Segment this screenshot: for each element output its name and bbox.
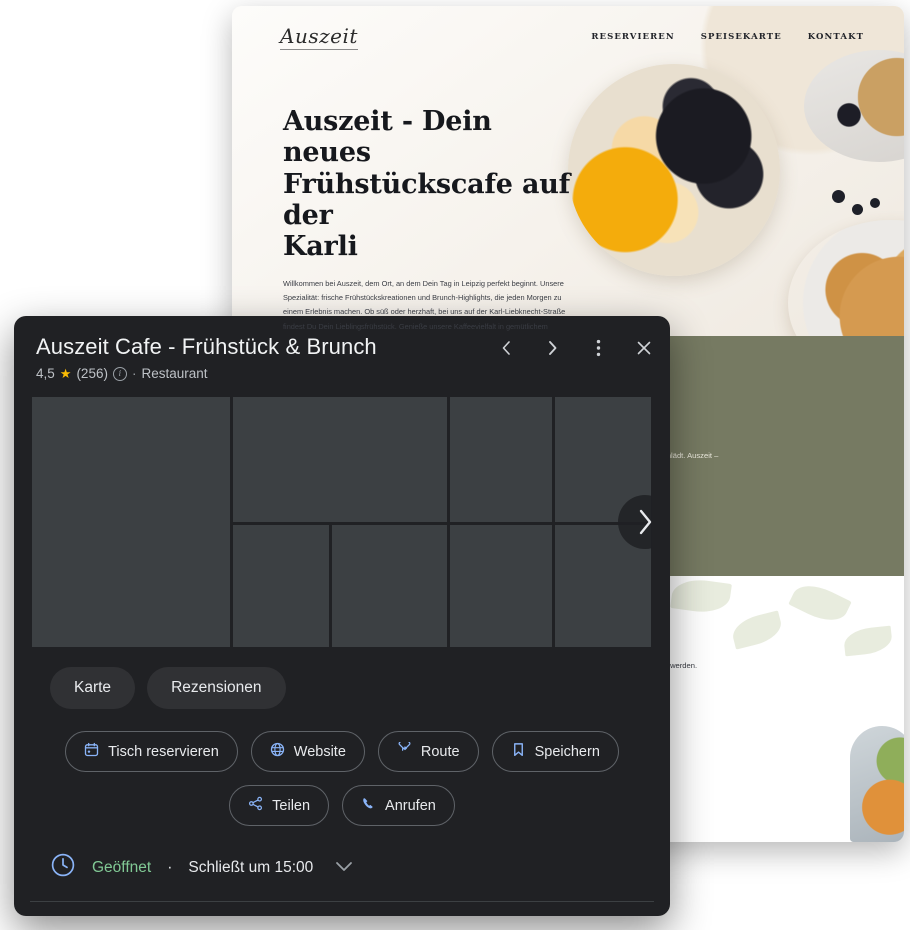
photo-gallery (32, 397, 652, 647)
brand-logo[interactable]: Auszeit (280, 24, 358, 50)
hero-heading-line-1: Auszeit - Dein neues (283, 106, 492, 169)
blueberry-decor (832, 190, 845, 203)
open-status: Geöffnet (92, 858, 152, 876)
close-icon[interactable] (634, 338, 654, 358)
gallery-photo-cafe-table[interactable] (450, 525, 552, 647)
clock-icon (50, 852, 76, 883)
tab-chip-row: Karte Rezensionen (50, 667, 670, 709)
hours-separator: · (167, 858, 173, 876)
website-label: Website (293, 743, 346, 760)
nav-item-kontakt[interactable]: KONTAKT (808, 32, 864, 42)
forward-icon[interactable] (542, 338, 562, 358)
leaf-decor-icon (788, 577, 852, 629)
save-button[interactable]: Speichern (491, 731, 619, 772)
bottom-spacer (14, 902, 670, 916)
globe-icon (270, 742, 285, 761)
website-button[interactable]: Website (250, 731, 365, 772)
place-category: Restaurant (141, 366, 208, 381)
nav-links: RESERVIEREN SPEISEKARTE KONTAKT (591, 32, 864, 42)
gallery-photo-interior[interactable] (32, 397, 230, 647)
action-row-secondary: Teilen Anrufen (14, 785, 670, 826)
info-icon[interactable]: i (112, 366, 127, 381)
place-details-card: Auszeit Cafe - Frühstück & Brunch 4,5 ★ … (14, 316, 670, 916)
gallery-photo-dessert[interactable] (332, 525, 447, 647)
reserve-table-button[interactable]: Tisch reservieren (65, 731, 238, 772)
save-label: Speichern (534, 743, 600, 760)
action-row-primary: Tisch reservieren Website Route Speicher… (14, 731, 670, 772)
meta-separator: · (131, 366, 137, 381)
header-controls (496, 338, 654, 358)
share-icon (248, 796, 263, 815)
blueberry-decor (852, 204, 863, 215)
hero-paragraph: Willkommen bei Auszeit, dem Ort, an dem … (283, 278, 566, 331)
call-button[interactable]: Anrufen (342, 785, 455, 826)
hero-copy: Auszeit - Dein neues Frühstückscafe auf … (283, 106, 583, 336)
route-button[interactable]: Route (377, 731, 479, 772)
gallery-photo-coffee[interactable] (450, 397, 552, 522)
tab-karte[interactable]: Karte (50, 667, 136, 709)
closing-time: Schließt um 15:00 (188, 858, 314, 876)
hours-section: Geöffnet · Schließt um 15:00 (14, 834, 670, 916)
website-hero-section: Auszeit RESERVIEREN SPEISEKARTE KONTAKT … (232, 6, 904, 336)
blueberry-decor (870, 198, 880, 208)
leaf-decor-icon (670, 576, 732, 616)
review-count[interactable]: (256) (76, 366, 108, 381)
leaf-decor-icon (842, 625, 894, 657)
gallery-photo-salad-plate[interactable] (233, 397, 447, 522)
menu-card-photo[interactable] (850, 726, 904, 842)
calendar-icon (84, 742, 99, 761)
share-label: Teilen (272, 797, 311, 814)
gallery-photo-small-dish[interactable] (233, 525, 329, 647)
route-label: Route (420, 743, 460, 760)
chevron-down-icon[interactable] (335, 859, 353, 877)
bookmark-icon (511, 742, 526, 761)
hero-heading: Auszeit - Dein neues Frühstückscafe auf … (283, 106, 583, 263)
call-label: Anrufen (385, 797, 436, 814)
back-icon[interactable] (496, 338, 516, 358)
breakfast-bowl-photo (568, 64, 780, 276)
leaf-decor-icon (729, 610, 785, 650)
more-options-icon[interactable] (588, 338, 608, 358)
place-meta: 4,5 ★ (256) i · Restaurant (36, 366, 650, 381)
nav-item-reservieren[interactable]: RESERVIEREN (591, 32, 674, 42)
hero-heading-line-2: Frühstückscafe auf der (283, 168, 571, 231)
website-navbar: Auszeit RESERVIEREN SPEISEKARTE KONTAKT (232, 6, 904, 68)
star-icon: ★ (59, 366, 72, 381)
nav-item-speisekarte[interactable]: SPEISEKARTE (701, 32, 782, 42)
hero-heading-line-3: Karli (283, 231, 358, 263)
reserve-table-label: Tisch reservieren (108, 743, 219, 760)
phone-icon (361, 796, 376, 815)
tab-rezensionen[interactable]: Rezensionen (147, 667, 286, 709)
hours-row[interactable]: Geöffnet · Schließt um 15:00 (14, 834, 670, 901)
share-button[interactable]: Teilen (229, 785, 330, 826)
directions-icon (397, 737, 412, 761)
rating-value: 4,5 (36, 366, 55, 381)
